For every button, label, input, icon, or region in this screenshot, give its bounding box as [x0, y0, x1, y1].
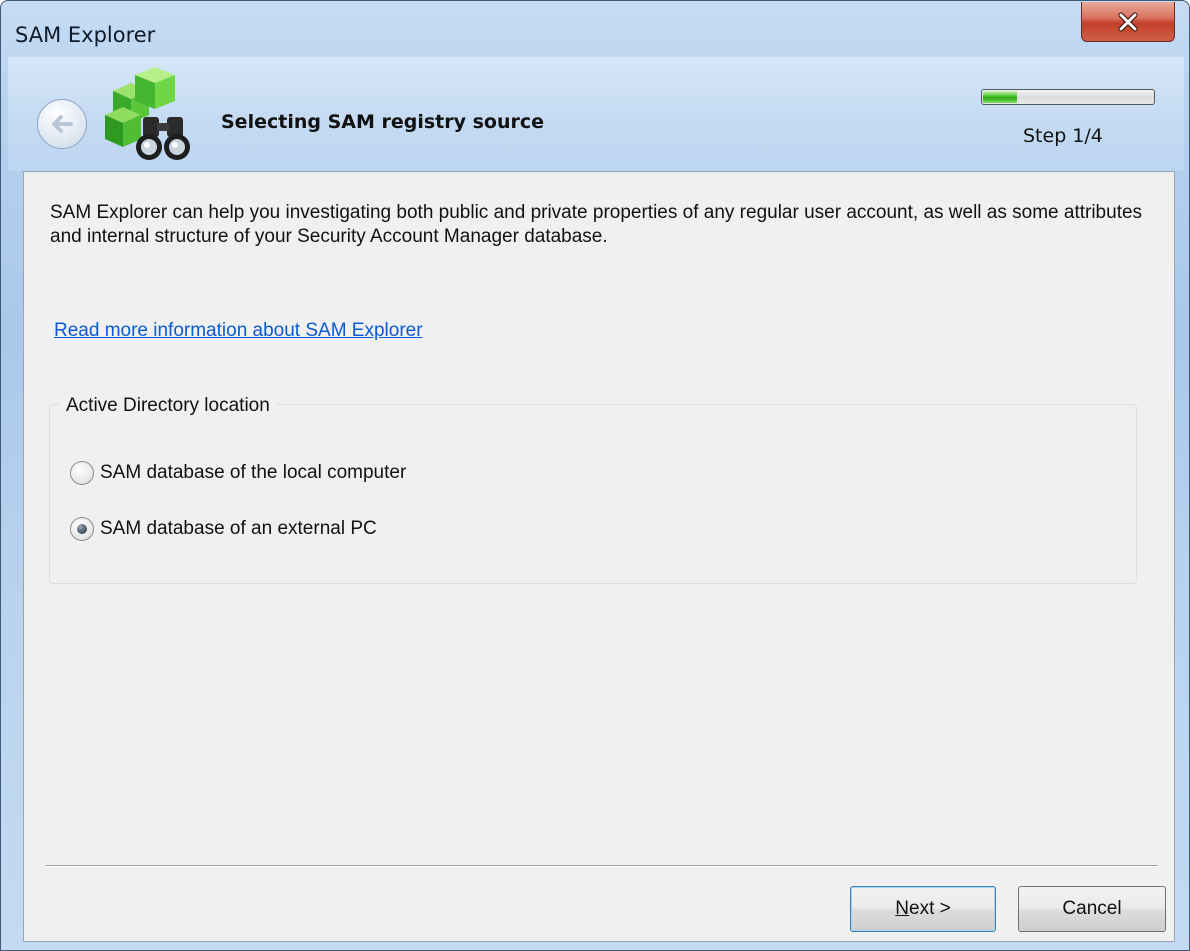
back-arrow-icon: [52, 115, 73, 133]
radio-button-selected[interactable]: [70, 517, 94, 541]
wizard-window: SAM Explorer Selecting SAM registry sour…: [0, 0, 1190, 951]
group-legend: Active Directory location: [60, 395, 276, 417]
radio-external-pc[interactable]: SAM database of an external PC: [70, 517, 377, 541]
next-button[interactable]: Next >: [850, 886, 996, 932]
next-label: ext >: [909, 898, 951, 919]
description-text: SAM Explorer can help you investigating …: [50, 202, 1143, 247]
footer-divider: [46, 865, 1158, 867]
sam-explorer-binoculars-icon: [105, 67, 190, 160]
wizard-progress-bar: [981, 89, 1155, 105]
window-title: SAM Explorer: [15, 23, 156, 47]
read-more-link[interactable]: Read more information about SAM Explorer: [54, 320, 423, 342]
radio-label-local-computer: SAM database of the local computer: [100, 462, 407, 483]
step-indicator: Step 1/4: [1023, 125, 1103, 147]
next-mnemonic: N: [895, 898, 909, 919]
radio-local-computer[interactable]: SAM database of the local computer: [70, 461, 406, 485]
close-icon: [1118, 12, 1138, 31]
back-button[interactable]: [37, 99, 87, 149]
radio-label-external-pc: SAM database of an external PC: [100, 518, 377, 539]
page-title: Selecting SAM registry source: [221, 111, 545, 133]
cancel-button[interactable]: Cancel: [1018, 886, 1166, 932]
radio-selected-dot: [77, 524, 87, 534]
close-button[interactable]: [1081, 2, 1175, 42]
progress-fill: [983, 91, 1018, 103]
wizard-content-panel: SAM Explorer can help you investigating …: [23, 171, 1175, 942]
active-directory-location-group: Active Directory location SAM database o…: [49, 395, 1137, 584]
radio-button-unselected[interactable]: [70, 461, 94, 485]
